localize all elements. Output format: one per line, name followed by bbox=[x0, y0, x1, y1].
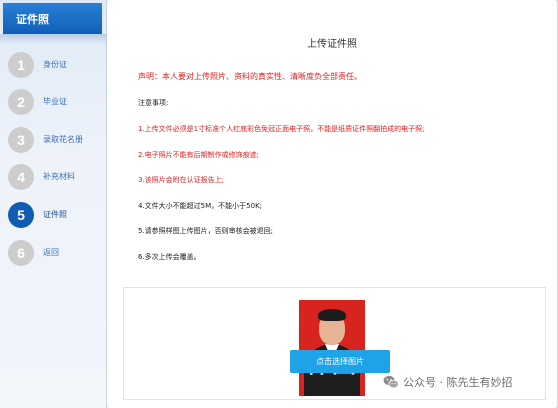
step-label: 返回 bbox=[43, 248, 59, 257]
account-watermark: 公众号 · 陈先生有妙招 bbox=[383, 371, 513, 393]
note-item: 6.多次上传会覆盖。 bbox=[138, 253, 201, 261]
step-number: 3 bbox=[8, 127, 34, 153]
step-label: 录取花名册 bbox=[43, 135, 83, 144]
step-label: 证件照 bbox=[43, 210, 67, 219]
declaration-text: 声明：本人要对上传照片、资料的真实性、清晰度负全部责任。 bbox=[138, 72, 362, 81]
step-number: 1 bbox=[8, 52, 34, 78]
step-number: 2 bbox=[8, 89, 34, 115]
notes-title: 注意事项: bbox=[138, 99, 169, 107]
note-item: 4.文件大小不能超过5M，不能小于50K; bbox=[138, 202, 263, 210]
watermark-text: 公众号 · 陈先生有妙招 bbox=[403, 376, 513, 389]
step-number: 6 bbox=[8, 240, 34, 266]
note-item: 2.电子照片不能有后期制作或修饰痕迹; bbox=[138, 151, 260, 159]
sidebar: 证件照 1 身份证 2 毕业证 3 录取花名册 4 补充材料 5 证件照 6 返… bbox=[0, 0, 107, 408]
step-supplementary-materials[interactable]: 4 补充材料 bbox=[8, 164, 103, 190]
step-label: 身份证 bbox=[43, 60, 67, 69]
step-return[interactable]: 6 返回 bbox=[8, 240, 103, 266]
sidebar-header-shadow bbox=[0, 34, 107, 44]
select-image-button[interactable]: 点击选择图片 bbox=[290, 350, 390, 373]
step-number: 4 bbox=[8, 164, 34, 190]
step-number: 5 bbox=[8, 202, 34, 228]
step-admission-roster[interactable]: 3 录取花名册 bbox=[8, 127, 103, 153]
wechat-icon bbox=[383, 375, 399, 389]
sample-photo: 样图 bbox=[299, 300, 365, 396]
note-item: 1.上传文件必须是1寸标准个人红底彩色免冠正面电子照，不能是纸质证件照翻拍成的电… bbox=[138, 125, 425, 133]
step-label: 毕业证 bbox=[43, 97, 67, 106]
main-content: 上传证件照 声明：本人要对上传照片、资料的真实性、清晰度负全部责任。 注意事项:… bbox=[108, 0, 556, 408]
step-id-card[interactable]: 1 身份证 bbox=[8, 52, 103, 78]
step-label: 补充材料 bbox=[43, 172, 75, 181]
photo-hair bbox=[318, 309, 346, 321]
step-diploma[interactable]: 2 毕业证 bbox=[8, 89, 103, 115]
note-item: 3.该照片会附在认证报告上; bbox=[138, 176, 225, 184]
sidebar-header: 证件照 bbox=[3, 3, 102, 34]
note-item: 5.请参照样图上传图片，否则审核会被退回; bbox=[138, 227, 274, 235]
step-id-photo[interactable]: 5 证件照 bbox=[8, 202, 103, 228]
page-title: 上传证件照 bbox=[307, 39, 357, 50]
